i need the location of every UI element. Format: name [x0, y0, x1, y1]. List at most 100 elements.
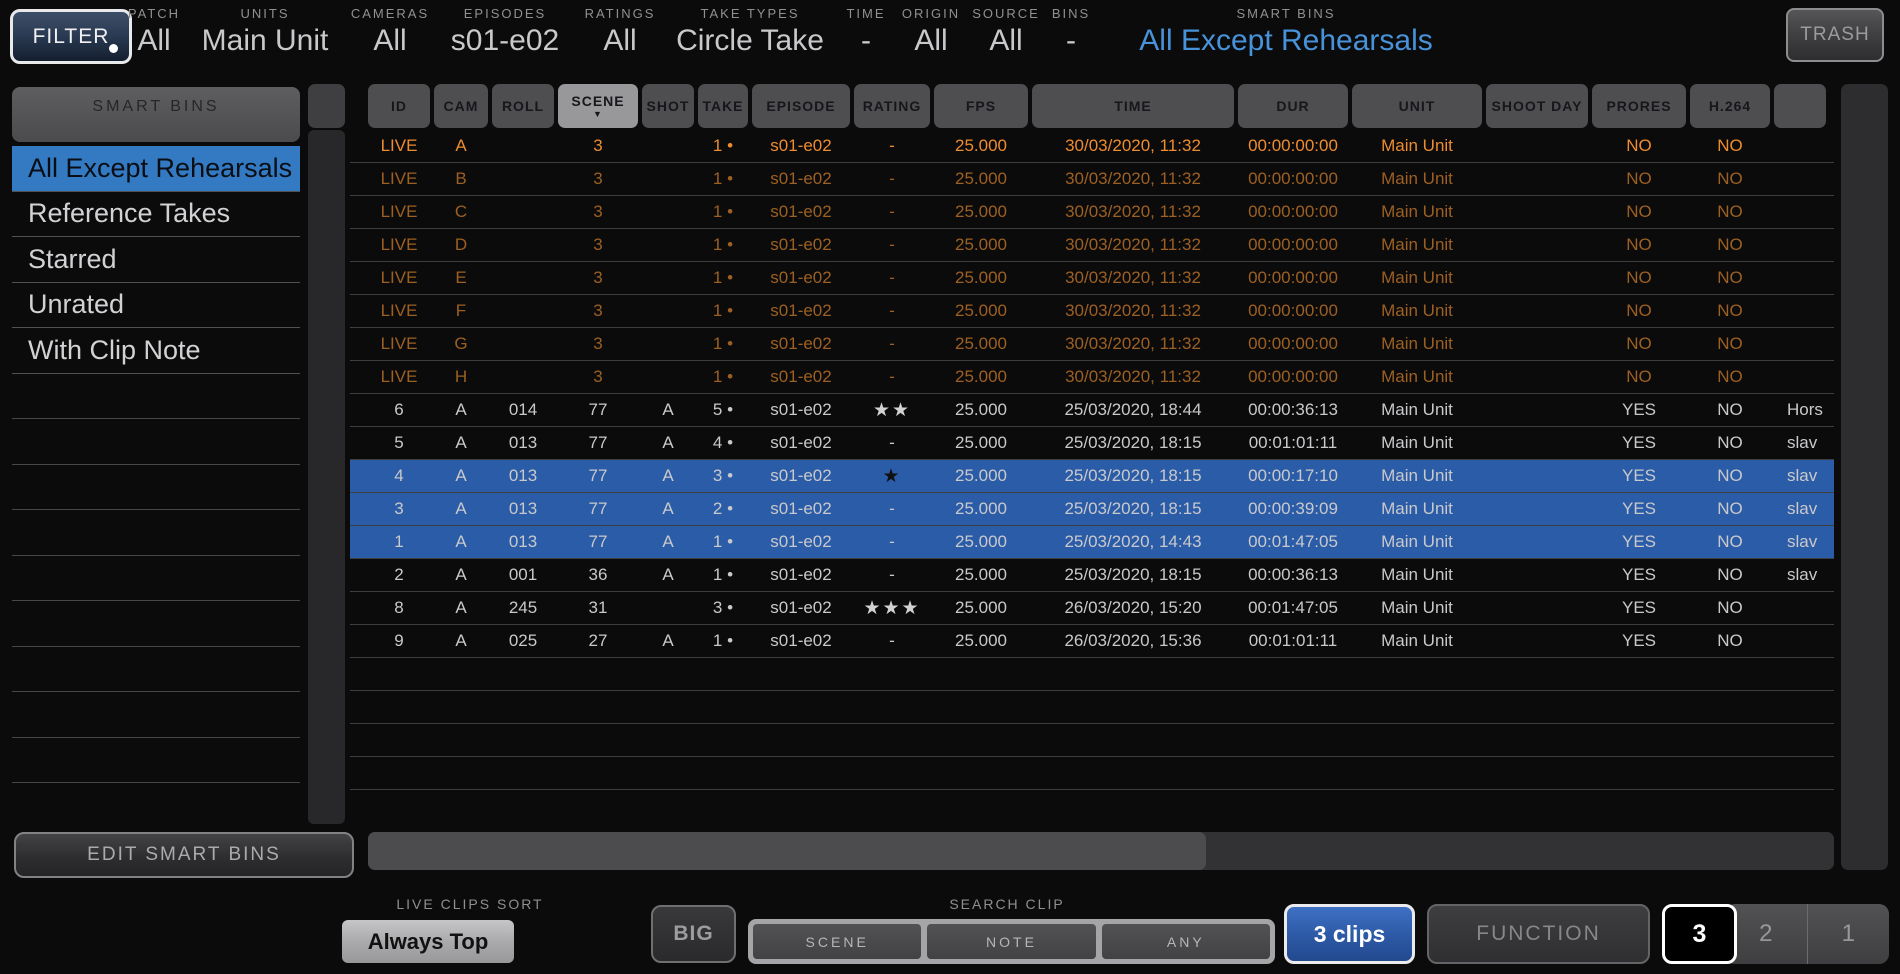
trash-button-label: TRASH	[1800, 24, 1869, 46]
live-clip-row[interactable]: LIVEH31 •s01-e02-25.00030/03/2020, 11:32…	[350, 361, 1834, 394]
search-by-any-button[interactable]: ANY	[1102, 924, 1270, 959]
filter-field-origin[interactable]: ORIGINAll	[902, 6, 960, 58]
sidebar-item-starred[interactable]: Starred	[12, 237, 300, 283]
cell-h264: NO	[1690, 268, 1770, 288]
column-header-extra[interactable]	[1774, 84, 1826, 128]
cell-rating: -	[854, 169, 930, 189]
column-header-roll[interactable]: ROLL	[492, 84, 554, 128]
column-header-id[interactable]: ID	[368, 84, 430, 128]
filter-field-patch[interactable]: PATCHAll	[128, 6, 180, 58]
cell-unit: Main Unit	[1352, 532, 1482, 552]
live-clip-row[interactable]: LIVEG31 •s01-e02-25.00030/03/2020, 11:32…	[350, 328, 1834, 361]
filter-field-source[interactable]: SOURCEAll	[972, 6, 1040, 58]
column-header-episode[interactable]: EPISODE	[752, 84, 850, 128]
sidebar-item-reference-takes[interactable]: Reference Takes	[12, 192, 300, 238]
horizontal-scrollbar-track[interactable]	[368, 832, 1834, 870]
filter-field-cameras[interactable]: CAMERASAll	[351, 6, 429, 58]
cell-prores: YES	[1592, 499, 1686, 519]
filter-field-take-types[interactable]: TAKE TYPESCircle Take	[676, 6, 824, 58]
live-clips-sort-button[interactable]: Always Top	[342, 920, 514, 963]
filter-field-ratings[interactable]: RATINGSAll	[585, 6, 656, 58]
cell-roll: 014	[492, 400, 554, 420]
big-button[interactable]: BIG	[651, 905, 736, 963]
cell-cam: F	[434, 301, 488, 321]
cell-time: 30/03/2020, 11:32	[1032, 136, 1234, 156]
live-clip-row[interactable]: LIVEF31 •s01-e02-25.00030/03/2020, 11:32…	[350, 295, 1834, 328]
cell-scene: 3	[558, 268, 638, 288]
cell-time: 30/03/2020, 11:32	[1032, 301, 1234, 321]
trash-button[interactable]: TRASH	[1786, 8, 1884, 62]
clip-row[interactable]: 9A02527A1 •s01-e02-25.00026/03/2020, 15:…	[350, 625, 1834, 658]
filter-field-label: EPISODES	[451, 6, 559, 21]
cell-take: 3 •	[698, 466, 748, 486]
cell-scene: 77	[558, 400, 638, 420]
function-button[interactable]: FUNCTION	[1427, 904, 1650, 964]
clips-count-button[interactable]: 3 clips	[1284, 904, 1415, 964]
column-header-scene[interactable]: SCENE▼	[558, 84, 638, 128]
sidebar-item-unrated[interactable]: Unrated	[12, 283, 300, 329]
column-header-cam[interactable]: CAM	[434, 84, 488, 128]
edit-smart-bins-button[interactable]: EDIT SMART BINS	[14, 832, 354, 878]
clip-row[interactable]: 6A01477A5 •s01-e02★★25.00025/03/2020, 18…	[350, 394, 1834, 427]
live-clip-row[interactable]: LIVEC31 •s01-e02-25.00030/03/2020, 11:32…	[350, 196, 1834, 229]
column-header-shot[interactable]: SHOT	[642, 84, 694, 128]
column-header-label: ID	[391, 98, 407, 114]
cell-scene: 3	[558, 202, 638, 222]
clip-row[interactable]: 2A00136A1 •s01-e02-25.00025/03/2020, 18:…	[350, 559, 1834, 592]
cell-id: 5	[368, 433, 430, 453]
clip-row[interactable]: 1A01377A1 •s01-e02-25.00025/03/2020, 14:…	[350, 526, 1834, 559]
cell-note: slav	[1774, 499, 1826, 519]
column-header-label: UNIT	[1399, 98, 1436, 114]
column-header-fps[interactable]: FPS	[934, 84, 1028, 128]
column-header-time[interactable]: TIME	[1032, 84, 1234, 128]
live-clip-row[interactable]: LIVEB31 •s01-e02-25.00030/03/2020, 11:32…	[350, 163, 1834, 196]
column-header-shoot-day[interactable]: SHOOT DAY	[1486, 84, 1588, 128]
column-header-unit[interactable]: UNIT	[1352, 84, 1482, 128]
clip-row[interactable]: 8A245313 •s01-e02★★★25.00026/03/2020, 15…	[350, 592, 1834, 625]
clip-row[interactable]: 4A01377A3 •s01-e02★25.00025/03/2020, 18:…	[350, 460, 1834, 493]
page-button-1[interactable]: 1	[1807, 904, 1890, 964]
filter-field-smart-bins[interactable]: SMART BINSAll Except Rehearsals	[1139, 6, 1432, 58]
column-header-prores[interactable]: PRORES	[1592, 84, 1686, 128]
live-clip-row[interactable]: LIVED31 •s01-e02-25.00030/03/2020, 11:32…	[350, 229, 1834, 262]
cell-time: 25/03/2020, 18:15	[1032, 433, 1234, 453]
clip-row[interactable]: 5A01377A4 •s01-e02-25.00025/03/2020, 18:…	[350, 427, 1834, 460]
page-button-2[interactable]: 2	[1725, 904, 1807, 964]
qtake-clip-browser: FILTER PATCHAll UNITSMain Unit CAMERASAll E…	[0, 0, 1900, 974]
column-header-take[interactable]: TAKE	[698, 84, 748, 128]
live-clip-row[interactable]: LIVEE31 •s01-e02-25.00030/03/2020, 11:32…	[350, 262, 1834, 295]
page-button-3[interactable]: 3	[1662, 904, 1737, 964]
column-header-rating[interactable]: RATING	[854, 84, 930, 128]
live-clips-sort-value: Always Top	[368, 929, 489, 955]
cell-scene: 36	[558, 565, 638, 585]
column-header-h-264[interactable]: H.264	[1690, 84, 1770, 128]
cell-cam: A	[434, 598, 488, 618]
filter-field-units[interactable]: UNITSMain Unit	[202, 6, 329, 58]
filter-field-bins[interactable]: BINS-	[1052, 6, 1090, 58]
column-header-dur[interactable]: DUR	[1238, 84, 1348, 128]
cell-id: 4	[368, 466, 430, 486]
search-by-scene-button[interactable]: SCENE	[753, 924, 921, 959]
filter-field-episodes[interactable]: EPISODESs01-e02	[451, 6, 559, 58]
sidebar-item-all-except-rehearsals[interactable]: All Except Rehearsals	[12, 146, 300, 192]
right-vertical-scrollbar[interactable]	[1841, 84, 1888, 870]
horizontal-scrollbar-thumb[interactable]	[368, 832, 1206, 870]
cell-shot: A	[642, 499, 694, 519]
search-by-note-button[interactable]: NOTE	[927, 924, 1095, 959]
cell-id: 2	[368, 565, 430, 585]
filter-field-value: -	[846, 24, 885, 58]
filter-field-value: All	[585, 24, 656, 58]
filter-field-time[interactable]: TIME-	[846, 6, 885, 58]
left-vertical-scrollbar[interactable]	[308, 130, 345, 824]
cell-time: 25/03/2020, 18:15	[1032, 499, 1234, 519]
filter-field-value: All	[351, 24, 429, 58]
clip-row[interactable]: 3A01377A2 •s01-e02-25.00025/03/2020, 18:…	[350, 493, 1834, 526]
sidebar-item-with-clip-note[interactable]: With Clip Note	[12, 328, 300, 374]
filter-button[interactable]: FILTER	[10, 9, 132, 64]
cell-episode: s01-e02	[752, 631, 850, 651]
cell-fps: 25.000	[934, 532, 1028, 552]
cell-episode: s01-e02	[752, 235, 850, 255]
cell-id: LIVE	[368, 202, 430, 222]
live-clip-row[interactable]: LIVEA31 •s01-e02-25.00030/03/2020, 11:32…	[350, 130, 1834, 163]
column-header-label: TIME	[1114, 98, 1151, 114]
